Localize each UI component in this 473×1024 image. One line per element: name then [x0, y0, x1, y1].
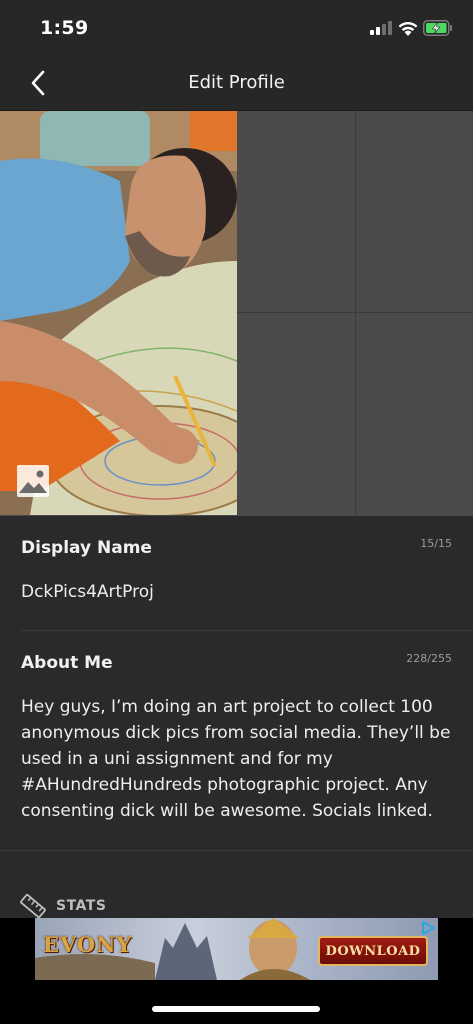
grid-divider — [355, 111, 356, 515]
ruler-icon — [20, 894, 46, 918]
ad-brand-logo: EVONY — [43, 932, 133, 957]
about-me-counter: 228/255 — [406, 652, 452, 665]
ad-banner[interactable]: EVONY DOWNLOAD — [35, 918, 438, 980]
ad-area: EVONY DOWNLOAD — [0, 918, 473, 1024]
ad-download-button[interactable]: DOWNLOAD — [318, 936, 428, 966]
photo-slot[interactable] — [356, 111, 473, 312]
about-me-input[interactable]: Hey guys, I’m doing an art project to co… — [21, 694, 455, 824]
display-name-counter: 15/15 — [420, 537, 452, 550]
display-name-input[interactable]: DckPics4ArtProj — [21, 579, 455, 605]
status-bar: 1:59 — [0, 0, 473, 56]
page-title: Edit Profile — [188, 72, 285, 93]
photo-slot[interactable] — [356, 313, 473, 515]
stats-header: STATS — [20, 894, 106, 918]
display-name-section: Display Name 15/15 DckPics4ArtProj — [0, 516, 473, 631]
stats-label: STATS — [56, 898, 107, 914]
photo-slot[interactable] — [238, 111, 355, 312]
gallery-icon[interactable] — [16, 464, 50, 498]
cellular-signal-icon — [370, 21, 392, 35]
profile-photo[interactable] — [0, 111, 237, 515]
profile-photo-image — [0, 111, 237, 515]
nav-bar: Edit Profile — [0, 56, 473, 111]
wifi-icon — [398, 21, 418, 36]
status-time: 1:59 — [40, 17, 89, 39]
display-name-label: Display Name — [21, 538, 152, 558]
home-indicator — [152, 1006, 320, 1012]
adchoices-icon[interactable] — [420, 920, 436, 936]
grid-divider — [237, 312, 473, 313]
battery-charging-icon — [423, 20, 452, 36]
photo-grid — [0, 111, 473, 516]
about-me-section: About Me 228/255 Hey guys, I’m doing an … — [0, 631, 473, 851]
about-me-label: About Me — [21, 653, 113, 673]
divider — [0, 850, 473, 851]
photo-slot[interactable] — [238, 313, 355, 515]
